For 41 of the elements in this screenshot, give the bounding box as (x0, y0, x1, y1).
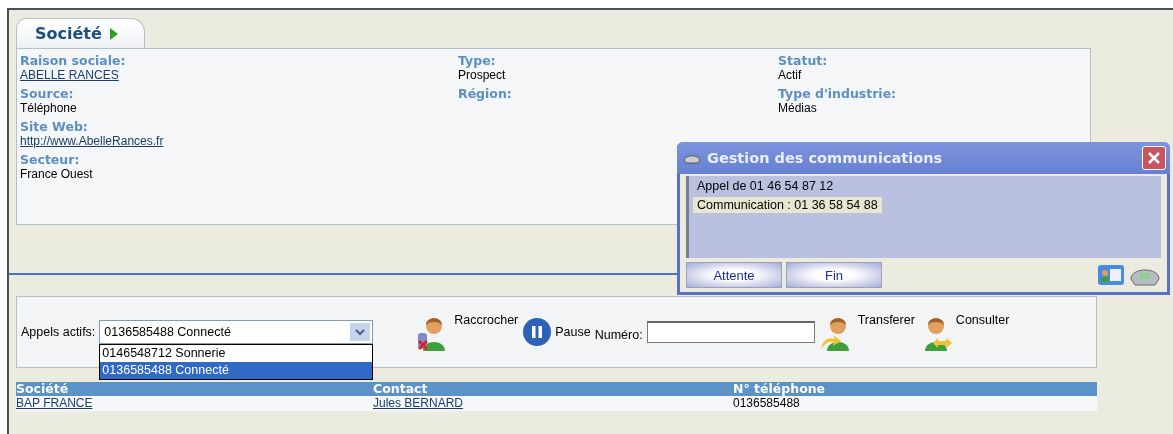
field-label: Statut: (778, 53, 829, 68)
field-link[interactable]: http://www.AbelleRances.fr (20, 134, 458, 148)
number-label: Numéro: (594, 328, 643, 342)
field-link[interactable]: ABELLE RANCES (20, 68, 458, 82)
play-icon (109, 27, 118, 40)
calls-label: Appels actifs: (21, 325, 96, 339)
field-label: Raison sociale: (20, 53, 127, 68)
field-label: Type: (458, 53, 497, 68)
window-title: Gestion des communications (707, 150, 944, 167)
field-label: Type d'industrie: (778, 86, 898, 101)
column-header: N° téléphone (733, 382, 827, 396)
toolbar-action[interactable]: Raccrocher (417, 313, 519, 351)
field-label: Source: (20, 86, 75, 101)
call-line[interactable]: Appel de 01 46 54 87 12 (693, 178, 838, 195)
close-button[interactable] (1142, 146, 1166, 171)
field-label: Site Web: (20, 119, 89, 134)
window-button[interactable]: Attente (686, 262, 782, 288)
field-value: Prospect (458, 68, 507, 82)
field-label: Région: (458, 86, 513, 101)
dropdown-option[interactable]: 0136585488 Connecté (100, 362, 373, 379)
phone-icon (683, 152, 701, 165)
field-label: Secteur: (20, 152, 81, 167)
cell-link[interactable]: Jules BERNARD (373, 396, 464, 410)
contact-card-icon[interactable] (1097, 263, 1125, 287)
company-tab[interactable]: Société (16, 18, 145, 48)
toolbar-action[interactable]: Pause (522, 317, 591, 347)
field-value: Téléphone (20, 101, 78, 115)
close-icon (1147, 151, 1161, 166)
cell-link[interactable]: BAP FRANCE (16, 396, 93, 410)
column-header: Société (16, 382, 70, 396)
window-button[interactable]: Fin (786, 262, 882, 288)
column-header: Contact (373, 382, 429, 396)
pause-icon (522, 317, 553, 347)
field-value: France Ouest (20, 167, 94, 181)
field-value: Actif (778, 68, 803, 82)
dropdown-caret-icon (350, 323, 371, 341)
toolbar-action[interactable]: Transferer (820, 313, 915, 351)
number-field[interactable] (646, 321, 815, 343)
field-value: Médias (778, 101, 818, 115)
table-cell: 0136585488 (733, 396, 800, 410)
toolbar-action[interactable]: Consulter (918, 313, 1010, 351)
